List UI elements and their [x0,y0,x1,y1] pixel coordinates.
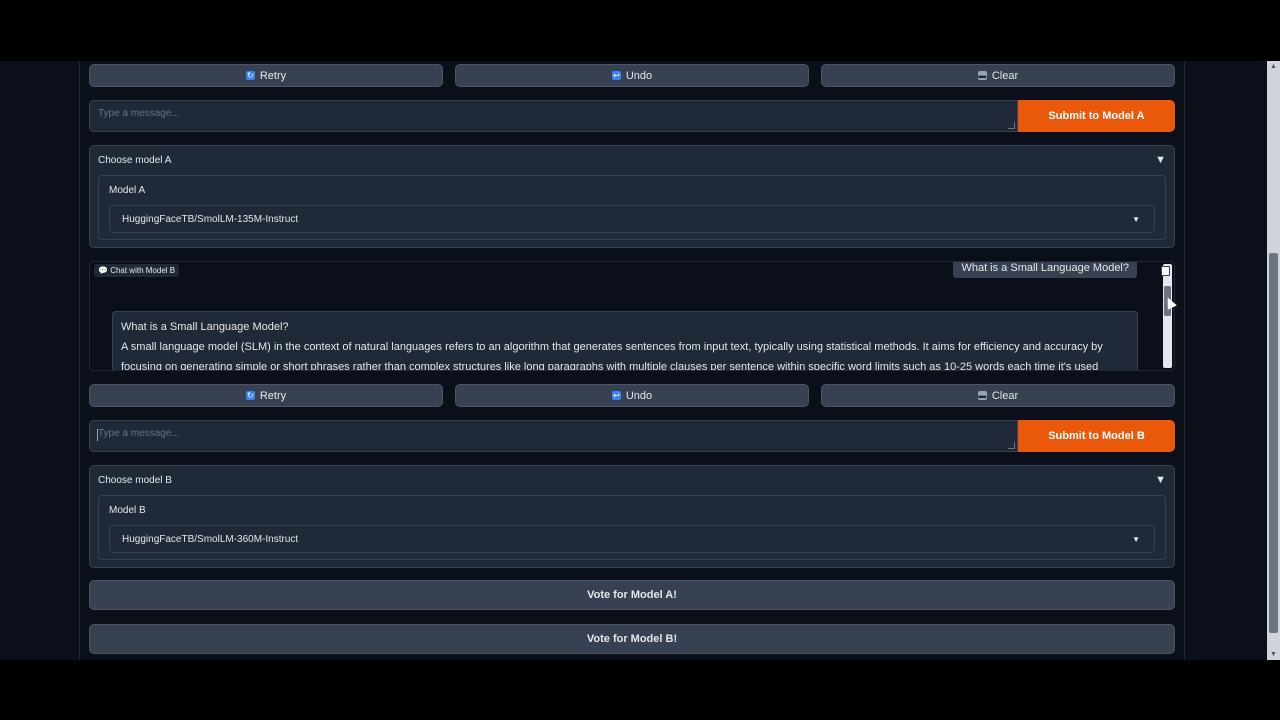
chat-scrollbar[interactable] [1163,264,1172,368]
bot-message-line: focusing on generating simple or short p… [121,361,1099,371]
message-input-placeholder: Type a message... [98,428,180,439]
resize-handle-icon[interactable] [1008,442,1015,449]
scroll-up-icon[interactable]: ▲ [1270,63,1277,70]
message-input-placeholder: Type a message... [98,108,180,119]
undo-button-b[interactable]: ↩ Undo [455,384,809,407]
vote-model-b-button[interactable]: Vote for Model B! [89,624,1175,654]
choose-model-b-accordion: Choose model B ▼ Model B HuggingFaceTB/S… [89,465,1175,568]
copy-icon[interactable] [1161,266,1170,276]
message-input-a[interactable]: Type a message... [89,100,1018,132]
model-a-dropdown[interactable]: HuggingFaceTB/SmolLM-135M-Instruct ▼ [109,205,1155,233]
page-scrollbar-thumb[interactable] [1269,253,1278,633]
retry-button-a[interactable]: ↻ Retry [89,64,443,87]
undo-icon: ↩ [611,71,621,80]
bot-message-line: What is a Small Language Model? [121,321,289,333]
trash-icon: ▬ [977,71,987,80]
caret-down-icon[interactable]: ▼ [1155,154,1166,166]
undo-label: Undo [625,389,653,402]
bot-message-line: A small language model (SLM) in the cont… [121,341,1103,353]
dropdown-arrow-icon: ▼ [1132,535,1140,544]
model-b-dropdown[interactable]: HuggingFaceTB/SmolLM-360M-Instruct ▼ [109,525,1155,553]
retry-icon: ↻ [245,71,255,80]
submit-model-a-button[interactable]: Submit to Model A [1018,100,1175,132]
retry-button-b[interactable]: ↻ Retry [89,384,443,407]
chat-label: 💬 Chat with Model B [94,264,180,277]
model-a-value: HuggingFaceTB/SmolLM-135M-Instruct [122,214,299,225]
clear-button-b[interactable]: ▬ Clear [821,384,1175,407]
caret-down-icon[interactable]: ▼ [1155,474,1166,486]
user-message: What is a Small Language Model? [953,262,1137,278]
page-scrollbar[interactable]: ▲ ▼ [1267,61,1280,660]
undo-button-a[interactable]: ↩ Undo [455,64,809,87]
chat-label-text: Chat with Model B [110,266,176,275]
submit-model-b-button[interactable]: Submit to Model B [1018,420,1175,452]
retry-label: Retry [259,69,287,82]
clear-button-a[interactable]: ▬ Clear [821,64,1175,87]
accordion-title[interactable]: Choose model A [98,155,171,166]
column-divider-left [79,61,80,660]
retry-icon: ↻ [245,391,255,400]
column-divider-right [1184,61,1185,660]
undo-icon: ↩ [611,391,621,400]
resize-handle-icon[interactable] [1008,122,1015,129]
model-b-value: HuggingFaceTB/SmolLM-360M-Instruct [122,534,299,545]
scroll-down-icon[interactable]: ▼ [1270,651,1277,658]
chat-model-b: 💬 Chat with Model B What is a Small Lang… [89,261,1175,371]
clear-label: Clear [991,389,1019,402]
undo-label: Undo [625,69,653,82]
bot-message: What is a Small Language Model? A small … [112,311,1138,371]
choose-model-a-accordion: Choose model A ▼ Model A HuggingFaceTB/S… [89,145,1175,248]
dropdown-arrow-icon: ▼ [1132,215,1140,224]
trash-icon: ▬ [977,391,987,400]
retry-label: Retry [259,389,287,402]
vote-model-a-button[interactable]: Vote for Model A! [89,580,1175,610]
model-b-block: Model B HuggingFaceTB/SmolLM-360M-Instru… [98,495,1166,560]
model-a-block: Model A HuggingFaceTB/SmolLM-135M-Instru… [98,175,1166,240]
accordion-title[interactable]: Choose model B [98,475,172,486]
model-b-label: Model B [109,505,146,516]
clear-label: Clear [991,69,1019,82]
model-a-label: Model A [109,185,146,196]
message-input-b[interactable]: Type a message... [89,420,1018,452]
